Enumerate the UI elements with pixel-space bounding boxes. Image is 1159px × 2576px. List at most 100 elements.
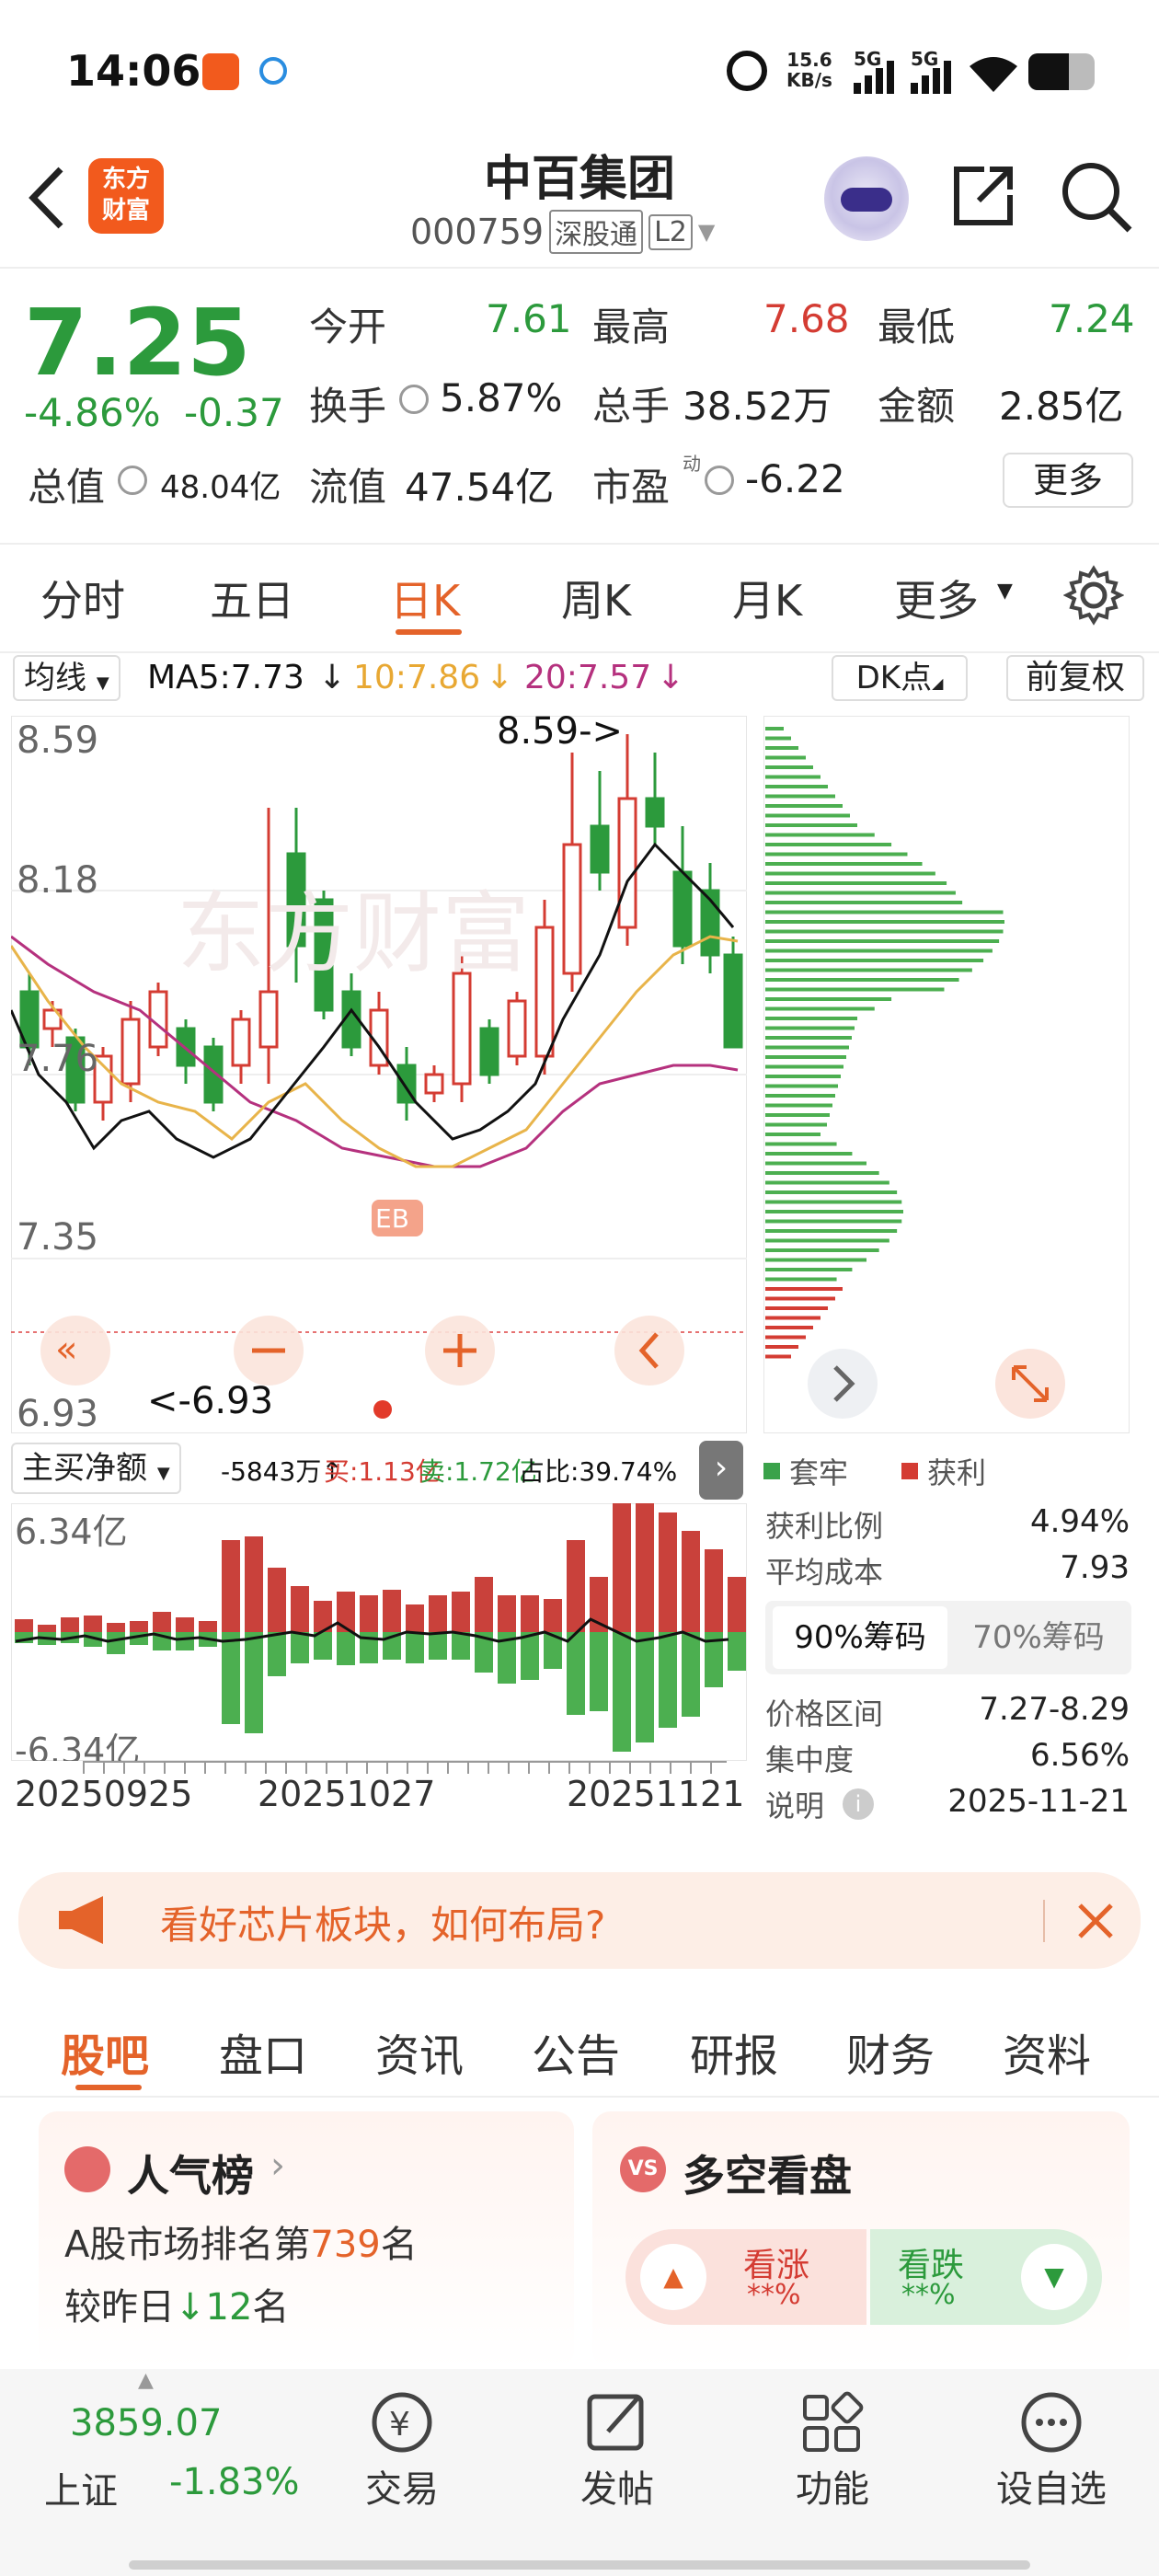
nav-functions[interactable]: 功能 <box>763 2387 901 2513</box>
mcap-label: 总值 <box>28 465 106 510</box>
zoom-out-icon[interactable] <box>234 1316 304 1386</box>
info-circle-icon[interactable] <box>705 466 734 495</box>
net-speed-unit: KB/s <box>786 69 832 91</box>
nav-watchlist[interactable]: 设自选 <box>982 2387 1120 2513</box>
change-prefix: 较昨日 <box>64 2286 175 2329</box>
popularity-card[interactable]: 人气榜 › A股市场排名第739名 较昨日↓12名 <box>39 2111 574 2369</box>
flow-bar-positive <box>636 1503 654 1632</box>
close-icon[interactable] <box>1076 1902 1115 1940</box>
candle-body <box>452 972 472 1086</box>
tab-pankou[interactable]: 盘口 <box>219 2019 307 2084</box>
ma-selector[interactable]: 均线 ▼ <box>13 655 120 701</box>
search-icon[interactable] <box>1058 158 1135 236</box>
period-tabs: 分时 五日 日K 周K 月K 更多 ▼ <box>0 543 1159 653</box>
ma-selector-label: 均线 <box>24 660 86 696</box>
tab-daily-k[interactable]: 日K <box>390 568 460 628</box>
chip-bar <box>765 727 784 730</box>
index-change[interactable]: -1.83% <box>169 2461 300 2503</box>
chip-bar <box>765 1036 852 1040</box>
tab-announcements[interactable]: 公告 <box>532 2019 620 2084</box>
amount-value: 2.85亿 <box>999 384 1124 429</box>
back-arrow-icon[interactable] <box>26 166 66 230</box>
tab-news[interactable]: 资讯 <box>375 2019 464 2084</box>
chip-bar <box>765 1219 902 1224</box>
flow-bar-positive <box>360 1595 378 1632</box>
candle-body <box>258 990 279 1049</box>
flow-selector[interactable]: 主买净额 ▼ <box>11 1443 181 1494</box>
tab-weekly-k[interactable]: 周K <box>561 568 631 628</box>
kline-chart[interactable]: 东方财富 8.59 8.18 7.76 7.35 6.93 8.59-> <-6… <box>11 716 747 1433</box>
dk-point-button[interactable]: DK点◢ <box>832 655 968 701</box>
chip-bar <box>765 1258 867 1262</box>
scroll-left-fast-icon[interactable]: « <box>40 1316 110 1386</box>
robot-assistant-icon[interactable] <box>824 156 909 241</box>
index-name[interactable]: 上证 <box>44 2461 118 2514</box>
flow-bar-positive <box>38 1625 56 1632</box>
zoom-in-icon[interactable] <box>425 1316 495 1386</box>
flow-bar-chart[interactable]: 6.34亿 -6.34亿 <box>11 1503 747 1761</box>
bull-bear-card[interactable]: VS 多空看盘 ▲ 看涨 **% 看跌 **% ▼ <box>592 2111 1130 2369</box>
flow-bar-positive <box>107 1623 125 1632</box>
promo-banner[interactable]: 看好芯片板块，如何布局? <box>18 1872 1141 1969</box>
chart-event-badge-icon[interactable]: EB <box>372 1200 423 1236</box>
chip-bar <box>765 1161 867 1166</box>
legend-profit-swatch <box>901 1463 918 1479</box>
chip-bar <box>765 997 892 1001</box>
tab-monthly-k[interactable]: 月K <box>732 568 802 628</box>
chip-bar <box>765 1084 838 1088</box>
stock-code-row[interactable]: 000759 深股通 L2 ▼ <box>410 210 715 254</box>
gear-icon[interactable] <box>1063 565 1124 626</box>
flow-bar-positive <box>15 1619 33 1632</box>
candle-body <box>424 1073 444 1095</box>
index-value[interactable]: 3859.07 <box>70 2402 222 2444</box>
tab-more[interactable]: 更多 <box>894 568 979 628</box>
chip-bar <box>765 1094 835 1098</box>
tab-five-day[interactable]: 五日 <box>210 568 294 628</box>
popularity-rank-line: A股市场排名第739名 <box>64 2214 418 2268</box>
bear-button[interactable]: 看跌 **% ▼ <box>870 2229 1102 2325</box>
info-circle-icon[interactable] <box>118 466 147 495</box>
legend-trap: 套牢 <box>789 1455 849 1490</box>
signal-icon <box>854 61 894 94</box>
flow-bar-negative <box>728 1632 746 1671</box>
flow-expand-button[interactable]: › <box>699 1441 743 1500</box>
chip-bar <box>765 1017 857 1020</box>
chip-bar <box>765 775 820 779</box>
expand-icon[interactable] <box>995 1349 1065 1419</box>
tab-chip-70[interactable]: 70%筹码 <box>953 1606 1124 1669</box>
pe-sup: 动 <box>683 453 701 475</box>
high-marker: 8.59-> <box>497 716 623 753</box>
last-price: 7.25 <box>24 289 251 397</box>
more-button[interactable]: 更多 <box>1003 453 1133 508</box>
eastmoney-logo[interactable]: 东方 财富 <box>88 158 164 234</box>
chip-distribution-chart[interactable] <box>763 716 1130 1433</box>
scroll-left-icon[interactable] <box>614 1316 684 1386</box>
bull-button[interactable]: ▲ 看涨 **% <box>625 2229 866 2325</box>
tab-intraday[interactable]: 分时 <box>40 568 125 628</box>
share-icon[interactable] <box>947 158 1021 232</box>
tab-chip-90[interactable]: 90%筹码 <box>773 1606 947 1669</box>
chip-bar <box>765 1113 830 1117</box>
flow-top-label: 6.34亿 <box>15 1512 128 1552</box>
y-label-776: 7.76 <box>17 1038 98 1080</box>
tab-research[interactable]: 研报 <box>690 2019 778 2084</box>
tab-guba[interactable]: 股吧 <box>61 2019 149 2084</box>
mcap-value: 48.04亿 <box>160 469 281 506</box>
flow-bar-positive <box>199 1621 217 1632</box>
info-circle-icon[interactable] <box>399 385 429 414</box>
tab-profile[interactable]: 资料 <box>1003 2019 1091 2084</box>
turnover-value: 5.87% <box>440 375 563 420</box>
chip-bar <box>765 1354 791 1359</box>
active-subtab-underline <box>75 2085 142 2090</box>
info-icon[interactable]: i <box>843 1788 874 1820</box>
alarm-icon <box>727 51 767 91</box>
candle-body <box>672 870 693 948</box>
nav-post[interactable]: 发帖 <box>548 2387 686 2513</box>
adjust-button[interactable]: 前复权 <box>1006 655 1144 701</box>
tab-finance[interactable]: 财务 <box>846 2019 935 2084</box>
chip-bar <box>765 755 806 760</box>
chip-next-icon[interactable] <box>808 1349 878 1419</box>
nav-trade[interactable]: ¥ 交易 <box>333 2387 471 2513</box>
flow-bar-positive <box>245 1536 263 1632</box>
dropdown-triangle-icon: ▼ <box>697 219 716 245</box>
